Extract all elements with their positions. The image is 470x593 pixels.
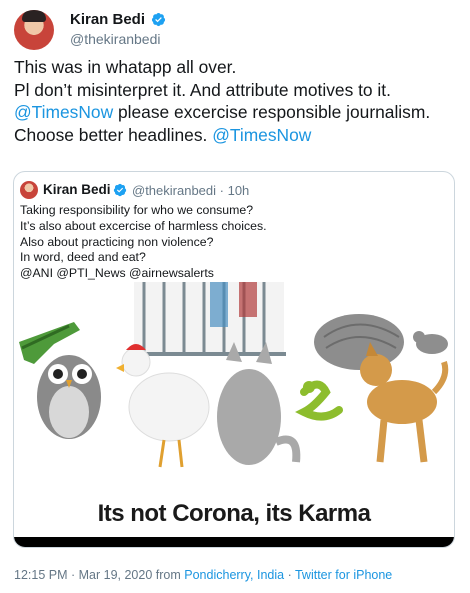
separator: · — [67, 568, 79, 582]
tweet-line-text: Choose better headlines. — [14, 124, 213, 145]
quoted-line: Taking responsibility for who we consume… — [20, 203, 254, 217]
quoted-line: It’s also about excercise of harmless ch… — [20, 218, 267, 233]
cat-illustration — [217, 342, 301, 465]
separator: · — [284, 568, 295, 582]
owl-illustration — [37, 355, 101, 439]
from-label: from — [155, 568, 181, 582]
source-link[interactable]: Twitter for iPhone — [295, 568, 392, 582]
author-name[interactable]: Kiran Bedi — [70, 11, 145, 28]
location-link[interactable]: Pondicherry, India — [184, 568, 284, 582]
cage-illustration — [134, 282, 286, 356]
quoted-line: In word, deed and eat? — [20, 250, 146, 265]
tweet-line: Pl don’t misinterpret it. And attribute … — [14, 79, 391, 100]
quoted-age: 10h — [227, 183, 250, 198]
mention-link[interactable]: @TimesNow — [14, 102, 113, 122]
pangolin-illustration — [314, 314, 404, 370]
rooster-illustration — [116, 344, 210, 468]
dog-illustration — [360, 342, 449, 463]
separator: · — [216, 183, 228, 198]
image-caption: Its not Corona, its Karma — [97, 500, 371, 527]
animals-illustration — [19, 282, 449, 468]
quoted-author-name: Kiran Bedi — [43, 182, 111, 197]
tweet-header: Kiran Bedi @thekiranbedi — [14, 10, 454, 50]
tweet-text: This was in whatapp all over. Pl don’t m… — [14, 56, 454, 146]
verified-badge-icon — [113, 183, 127, 197]
image-bottom-bar — [14, 537, 454, 547]
tweet-meta: 12:15 PM · Mar 19, 2020 from Pondicherry… — [14, 568, 392, 582]
tweet-line-text: please excercise responsible journalism. — [113, 102, 431, 122]
verified-badge-icon — [151, 12, 166, 27]
author-handle[interactable]: @thekiranbedi — [70, 31, 161, 47]
quoted-handle: @thekiranbedi — [132, 183, 217, 198]
avatar[interactable] — [14, 10, 54, 50]
tweet-time[interactable]: 12:15 PM — [14, 568, 68, 582]
quoted-tweet[interactable]: Kiran Bedi @thekiranbedi · 10h Taking re… — [13, 171, 455, 548]
mention-link[interactable]: @TimesNow — [212, 125, 311, 145]
tweet-line: This was in whatapp all over. — [14, 57, 237, 77]
rat-illustration — [413, 331, 448, 354]
quoted-line: @ANI @PTI_News @airnewsalerts — [20, 266, 214, 281]
quoted-avatar — [20, 181, 38, 199]
snake-illustration — [295, 380, 343, 421]
tweet-date[interactable]: Mar 19, 2020 — [79, 568, 153, 582]
tweet-line: Choose better headlines. @TimesNow — [14, 124, 454, 147]
quoted-image[interactable]: Its not Corona, its Karma — [14, 282, 454, 547]
quoted-handle-time: @thekiranbedi · 10h — [132, 183, 249, 198]
quoted-line: Also about practicing non violence? — [20, 234, 214, 249]
quoted-text: Taking responsibility for who we consume… — [20, 203, 450, 282]
tweet-line: @TimesNow please excercise responsible j… — [14, 101, 454, 124]
